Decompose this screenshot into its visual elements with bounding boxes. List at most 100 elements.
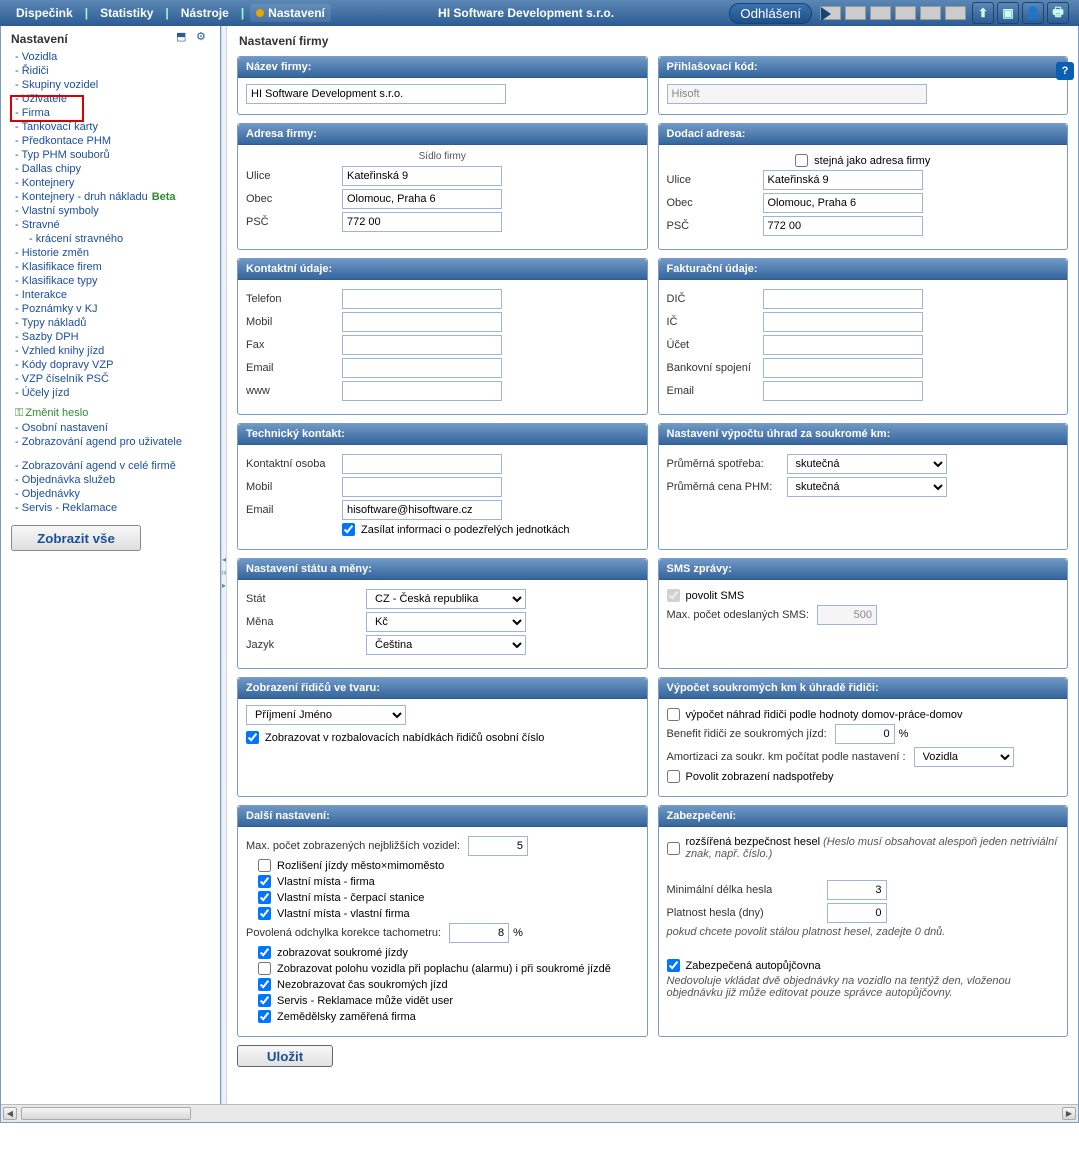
menu-dispatch[interactable]: Dispečink	[10, 4, 79, 22]
sidebar-item[interactable]: Skupiny vozidel	[22, 79, 98, 91]
billing-input[interactable]	[763, 335, 923, 355]
sidebar-item[interactable]: Účely jízd	[22, 387, 70, 399]
tech-input[interactable]	[342, 454, 502, 474]
flag-uk[interactable]	[845, 6, 866, 20]
sidebar-service[interactable]: Servis - Reklamace	[22, 502, 117, 514]
sidebar-agend-user[interactable]: Zobrazování agend pro uživatele	[22, 436, 182, 448]
sidebar-item[interactable]: Uživatele	[22, 93, 67, 105]
sidebar-order-services[interactable]: Objednávka služeb	[22, 474, 116, 486]
contact-input[interactable]	[342, 358, 502, 378]
same-address-checkbox[interactable]	[795, 154, 808, 167]
checkbox[interactable]	[258, 978, 271, 991]
contact-input[interactable]	[342, 381, 502, 401]
checkbox[interactable]	[258, 907, 271, 920]
sidebar-item[interactable]: Kontejnery - druh nákladu	[22, 191, 148, 203]
sidebar-item[interactable]: Tankovací karty	[22, 121, 98, 133]
sidebar-item[interactable]: VZP číselník PSČ	[22, 373, 109, 385]
scroll-left-arrow[interactable]: ◀	[3, 1107, 17, 1120]
address-input[interactable]	[342, 166, 502, 186]
sidebar-item[interactable]: Typy nákladů	[22, 317, 87, 329]
contact-input[interactable]	[342, 289, 502, 309]
checkbox[interactable]	[258, 1010, 271, 1023]
checkbox[interactable]	[258, 891, 271, 904]
menu-tools[interactable]: Nástroje	[175, 4, 235, 22]
sidebar-item[interactable]: Poznámky v KJ	[22, 303, 98, 315]
save-button[interactable]: Uložit	[237, 1045, 333, 1067]
state-select[interactable]: Kč	[366, 612, 526, 632]
horizontal-scrollbar[interactable]: ◀ ▶	[1, 1104, 1078, 1122]
flag-pl[interactable]	[920, 6, 941, 20]
sidebar-orders[interactable]: Objednávky	[22, 488, 80, 500]
logout-button[interactable]: Odhlášení	[729, 3, 812, 24]
sidebar-item[interactable]: Kontejnery	[22, 177, 75, 189]
billing-input[interactable]	[763, 381, 923, 401]
sidebar-item[interactable]: Vzhled knihy jízd	[22, 345, 105, 357]
sidebar-item[interactable]: Vozidla	[22, 51, 57, 63]
flag-de[interactable]	[870, 6, 891, 20]
extended-password-checkbox[interactable]	[667, 842, 680, 855]
billing-input[interactable]	[763, 289, 923, 309]
sidebar-personal-settings[interactable]: Osobní nastavení	[22, 422, 108, 434]
checkbox[interactable]	[258, 994, 271, 1007]
home-work-home-checkbox[interactable]	[667, 708, 680, 721]
sidebar-item[interactable]: krácení stravného	[36, 233, 123, 245]
scroll-right-arrow[interactable]: ▶	[1062, 1107, 1076, 1120]
checkbox[interactable]	[258, 859, 271, 872]
address-input[interactable]	[342, 212, 502, 232]
suspicious-units-checkbox[interactable]	[342, 523, 355, 536]
sidebar-item[interactable]: Interakce	[22, 289, 67, 301]
checkbox[interactable]	[258, 946, 271, 959]
sidebar-item[interactable]: Vlastní symboly	[22, 205, 99, 217]
sidebar-item[interactable]: Kódy dopravy VZP	[22, 359, 114, 371]
overconsumption-checkbox[interactable]	[667, 770, 680, 783]
benefit-input[interactable]	[835, 724, 895, 744]
state-select[interactable]: Čeština	[366, 635, 526, 655]
delivery-input[interactable]	[763, 216, 923, 236]
contact-input[interactable]	[342, 312, 502, 332]
sidebar-agend-firm[interactable]: Zobrazování agend v celé firmě	[22, 460, 176, 472]
company-name-input[interactable]	[246, 84, 506, 104]
sidebar-item[interactable]: Dallas chipy	[22, 163, 81, 175]
driver-format-select[interactable]: Příjmení Jméno	[246, 705, 406, 725]
checkbox[interactable]	[258, 875, 271, 888]
private-km-select[interactable]: skutečná	[787, 454, 947, 474]
address-input[interactable]	[342, 189, 502, 209]
sidebar-item[interactable]: Sazby DPH	[22, 331, 79, 343]
tech-input[interactable]	[342, 477, 502, 497]
tech-input[interactable]	[342, 500, 502, 520]
secure-rental-checkbox[interactable]	[667, 959, 680, 972]
validity-input[interactable]	[827, 903, 887, 923]
sidebar-item[interactable]: Historie změn	[22, 247, 89, 259]
user-icon[interactable]: 👤	[1022, 2, 1044, 24]
sidebar-change-password[interactable]: Změnit heslo	[15, 407, 88, 419]
sidebar-item[interactable]: Klasifikace typy	[22, 275, 98, 287]
sidebar-gear-icon[interactable]: ⚙	[196, 30, 212, 46]
delivery-input[interactable]	[763, 193, 923, 213]
max-vehicles-input[interactable]	[468, 836, 528, 856]
driver-personal-number-checkbox[interactable]	[246, 731, 259, 744]
billing-input[interactable]	[763, 358, 923, 378]
show-all-button[interactable]: Zobrazit vše	[11, 525, 141, 551]
sidebar-item[interactable]: Firma	[22, 107, 50, 119]
sidebar-item[interactable]: Stravné	[22, 219, 60, 231]
billing-input[interactable]	[763, 312, 923, 332]
min-length-input[interactable]	[827, 880, 887, 900]
sidebar-item[interactable]: Klasifikace firem	[22, 261, 102, 273]
sidebar-item[interactable]: Typ PHM souborů	[22, 149, 110, 161]
deviation-input[interactable]	[449, 923, 509, 943]
state-select[interactable]: CZ - Česká republika	[366, 589, 526, 609]
sidebar-add-icon[interactable]: ⬒	[176, 30, 192, 46]
delivery-input[interactable]	[763, 170, 923, 190]
print-icon[interactable]: 🖶	[1047, 2, 1069, 24]
sidebar-item[interactable]: Předkontace PHM	[22, 135, 111, 147]
flag-sk[interactable]	[895, 6, 916, 20]
flag-cz[interactable]	[820, 6, 841, 20]
amort-select[interactable]: Vozidla	[914, 747, 1014, 767]
help-icon[interactable]: ?	[1056, 62, 1074, 80]
box-icon[interactable]: ▣	[997, 2, 1019, 24]
flag-hu[interactable]	[945, 6, 966, 20]
checkbox[interactable]	[258, 962, 271, 975]
sidebar-item[interactable]: Řidiči	[22, 65, 49, 77]
menu-statistics[interactable]: Statistiky	[94, 4, 159, 22]
export-icon[interactable]: ⬆	[972, 2, 994, 24]
